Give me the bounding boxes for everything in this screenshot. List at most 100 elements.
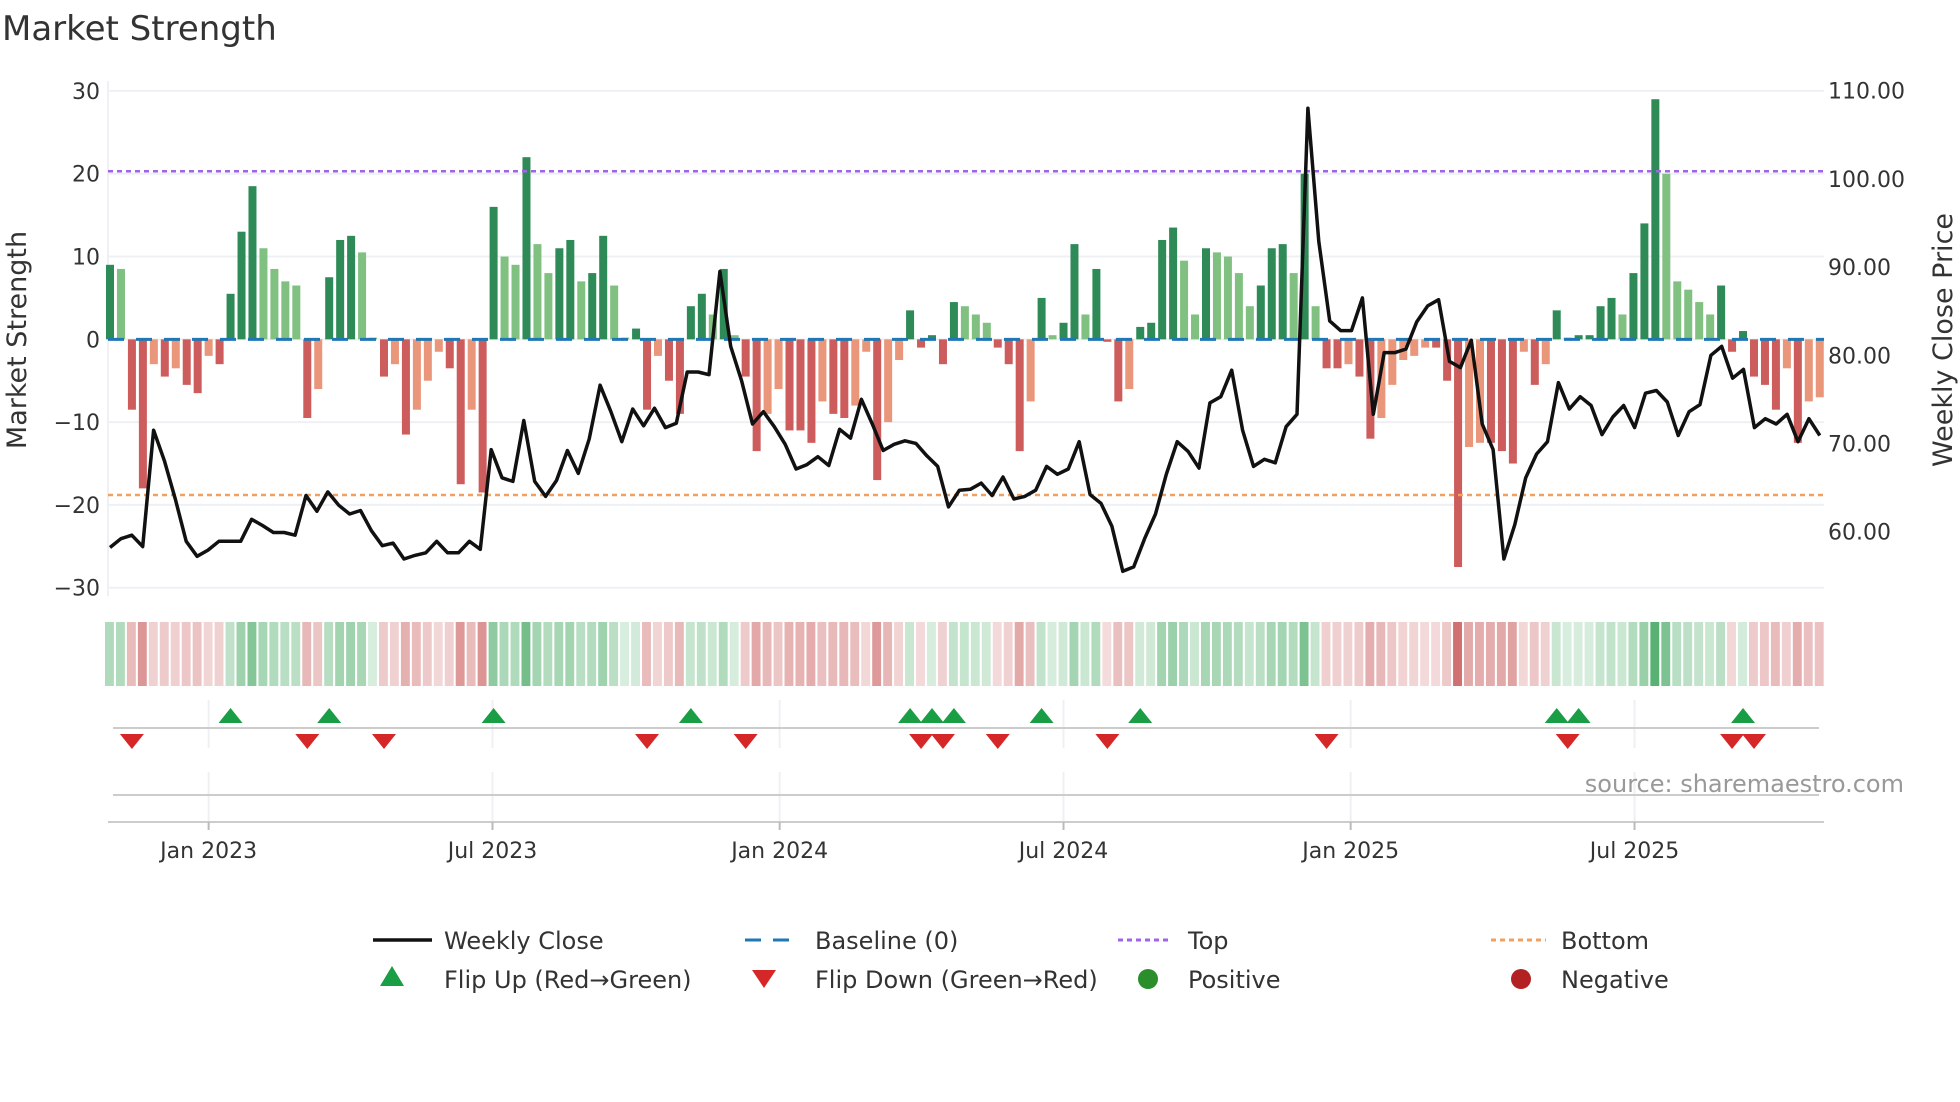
strength-bar (884, 339, 893, 423)
legend: Weekly Close Baseline (0) Top Bottom Fli… (373, 927, 1669, 994)
heat-strip-cell (773, 622, 783, 686)
strength-bar (1728, 339, 1737, 352)
strength-bar (1706, 314, 1715, 340)
heat-strip-cell (225, 622, 235, 686)
strength-bar (1026, 339, 1035, 402)
strength-bar (741, 339, 750, 377)
strength-bar (1793, 339, 1802, 443)
heat-strip-cell (1365, 622, 1375, 686)
strength-bar (456, 339, 465, 485)
heat-strip-cell (1442, 622, 1452, 686)
strength-bar (215, 339, 224, 365)
strength-bar (1212, 252, 1221, 340)
legend-bottom: Bottom (1561, 927, 1649, 955)
strength-bar (423, 339, 432, 381)
strength-bar (895, 339, 904, 361)
heat-strip-cell (795, 622, 805, 686)
strength-bar (697, 293, 706, 340)
heat-strip-cell (718, 622, 728, 686)
strength-bar (467, 339, 476, 410)
heat-strip-cell (1190, 622, 1199, 686)
heat-strip-cell (981, 622, 991, 686)
heat-strip-cell (1562, 622, 1572, 686)
heat-strip-cell (477, 622, 487, 686)
y-tick-label: 30 (72, 80, 100, 105)
strength-bar (1223, 256, 1232, 340)
strength-bar (533, 244, 542, 340)
heat-strip-cell (269, 622, 279, 686)
strength-bar (982, 322, 991, 340)
strength-bar (1629, 273, 1638, 340)
heat-strip-cell (653, 622, 662, 686)
strength-bar (193, 339, 202, 394)
strength-bar (1454, 339, 1463, 568)
heat-strip-cell (357, 622, 366, 686)
heat-strip-cell (905, 622, 914, 686)
heat-strip-cell (411, 622, 421, 686)
strength-bars (106, 99, 1824, 568)
heat-strip-cell (181, 622, 191, 686)
heat-strip-cell (1496, 622, 1506, 686)
heat-strip-cell (105, 622, 114, 686)
heat-strip-cell (313, 622, 323, 686)
flip-up-marker (1731, 708, 1756, 723)
strength-bar (785, 339, 794, 431)
y2-tick-label: 60.00 (1828, 521, 1891, 546)
flip-down-marker (295, 734, 320, 749)
flip-down-marker (909, 734, 934, 749)
heat-strip-cell (1617, 622, 1627, 686)
heat-strip-cell (663, 622, 673, 686)
strength-bar (1289, 273, 1298, 340)
strength-bar (347, 235, 356, 340)
heat-strip-cell (1792, 622, 1802, 686)
flip-down-marker (635, 734, 660, 749)
strength-bar (226, 293, 235, 340)
heat-strip-cell (1376, 622, 1386, 686)
heat-strip-cell (1047, 622, 1057, 686)
strength-bar (1136, 326, 1145, 340)
heat-strip-cell (203, 622, 213, 686)
heat-strip-cell (1036, 622, 1046, 686)
heat-strip-cell (1014, 622, 1024, 686)
y2-tick-label: 70.00 (1828, 432, 1891, 457)
heat-strip-cell (258, 622, 268, 686)
chart-title: Market Strength (2, 9, 277, 49)
heat-strip-cell (1661, 622, 1671, 686)
heat-strip-cell (1387, 622, 1397, 686)
heat-strip-cell (302, 622, 312, 686)
heat-strip-cell (1354, 622, 1364, 686)
strength-bar (1541, 339, 1550, 365)
strength-bar (906, 310, 915, 340)
grid (107, 81, 1824, 822)
flip-up-marker (898, 708, 923, 723)
y2-tick-label: 90.00 (1828, 256, 1891, 281)
heat-strip-cell (1113, 622, 1123, 686)
strength-bar (1771, 339, 1780, 410)
strength-bar (807, 339, 816, 443)
strength-bar (127, 339, 136, 410)
strength-bar (796, 339, 805, 431)
strength-bar (1256, 285, 1265, 340)
strength-bar (390, 339, 399, 365)
flip-up-marker (920, 708, 944, 723)
strength-bar (1815, 339, 1824, 398)
heat-strip-cell (784, 622, 794, 686)
heat-strip-cell (576, 622, 586, 686)
strength-bar (1322, 339, 1331, 369)
heat-strip-cell (1705, 622, 1715, 686)
flip-down-marker (119, 734, 144, 749)
strength-bar (1114, 339, 1123, 402)
legend-negative-icon (1511, 969, 1531, 989)
y-tick-label: −20 (54, 494, 100, 519)
strength-bar (664, 339, 673, 381)
heat-strip-cell (1573, 622, 1583, 686)
strength-bar (1004, 339, 1013, 365)
y2-tick-label: 100.00 (1828, 168, 1905, 193)
heat-strip-cell (1310, 622, 1320, 686)
strength-bar (1202, 248, 1210, 340)
strength-bar (686, 306, 695, 340)
heat-strip-cell (1759, 622, 1769, 686)
strength-bar (1388, 339, 1397, 385)
heat-strip-cell (510, 622, 520, 686)
legend-flip-down-icon (752, 970, 776, 988)
